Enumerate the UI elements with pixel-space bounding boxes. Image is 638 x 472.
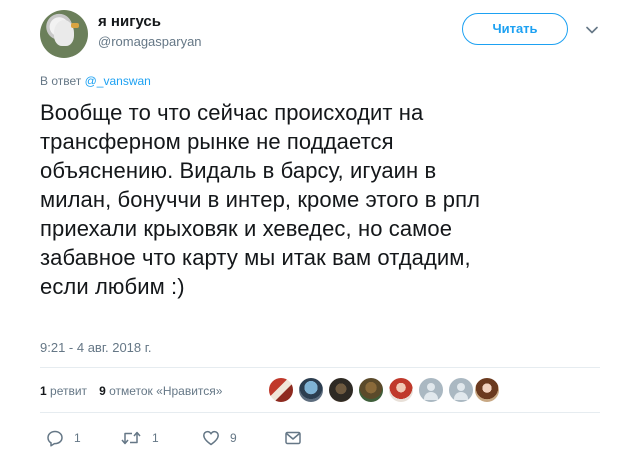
- likes-stat[interactable]: 9 отметок «Нравится»: [99, 384, 222, 398]
- retweet-icon: [121, 431, 141, 445]
- tweet-text-line: объяснению. Видаль в барсу, игуаин в: [40, 158, 437, 183]
- divider: [40, 412, 600, 413]
- retweets-stat[interactable]: 1 ретвит: [40, 384, 87, 398]
- liker-default-avatar[interactable]: [418, 377, 444, 403]
- tweet-text-line: Вообще то что сейчас происходит на: [40, 100, 424, 125]
- follow-button[interactable]: Читать: [462, 13, 568, 45]
- retweets-label: ретвит: [50, 384, 88, 398]
- tweet-actions: 1 1 9: [40, 428, 600, 448]
- author-name[interactable]: я нигусь: [98, 13, 161, 30]
- retweet-count: 1: [152, 431, 159, 445]
- liker-avatar[interactable]: [298, 377, 324, 403]
- chevron-down-icon[interactable]: [586, 24, 598, 36]
- reply-prefix: В ответ: [40, 74, 82, 88]
- retweet-button[interactable]: 1: [120, 428, 159, 448]
- like-button[interactable]: 9: [202, 428, 237, 448]
- reply-mention-link[interactable]: @_vanswan: [85, 74, 151, 88]
- tweet-text-line: трансферном рынке не поддается: [40, 129, 394, 154]
- liker-avatar[interactable]: [268, 377, 294, 403]
- tweet-text: Вообще то что сейчас происходит на транс…: [40, 98, 600, 301]
- retweets-count: 1: [40, 384, 47, 398]
- tweet-text-line: милан, бонуччи в интер, кроме этого в рп…: [40, 187, 481, 212]
- liker-avatar[interactable]: [388, 377, 414, 403]
- liker-avatar[interactable]: [328, 377, 354, 403]
- tweet-text-line: забавное что карту мы итак вам отдадим,: [40, 245, 471, 270]
- liker-avatar[interactable]: [358, 377, 384, 403]
- likes-label: отметок «Нравится»: [109, 384, 223, 398]
- likes-count: 9: [99, 384, 106, 398]
- divider: [40, 367, 600, 368]
- tweet-stats: 1 ретвит 9 отметок «Нравится»: [40, 384, 222, 398]
- author-handle[interactable]: @romagasparyan: [98, 34, 202, 49]
- tweet-text-line: приехали крыховяк и хеведес, но самое: [40, 216, 453, 241]
- reply-context: В ответ @_vanswan: [40, 74, 151, 88]
- heart-icon: [203, 430, 219, 446]
- tweet-text-line: если любим :): [40, 274, 185, 299]
- direct-message-button[interactable]: [284, 428, 302, 448]
- envelope-icon: [285, 431, 301, 445]
- tweet-timestamp[interactable]: 9:21 - 4 авг. 2018 г.: [40, 340, 152, 355]
- like-count: 9: [230, 431, 237, 445]
- avatar-beak-shape: [71, 23, 79, 28]
- tweet-header: я нигусь @romagasparyan Читать: [0, 0, 638, 70]
- author-avatar[interactable]: [40, 10, 88, 58]
- liker-default-avatar[interactable]: [448, 377, 474, 403]
- reply-button[interactable]: 1: [46, 428, 81, 448]
- reply-icon: [47, 430, 63, 447]
- liker-avatar[interactable]: [474, 377, 500, 403]
- reply-count: 1: [74, 431, 81, 445]
